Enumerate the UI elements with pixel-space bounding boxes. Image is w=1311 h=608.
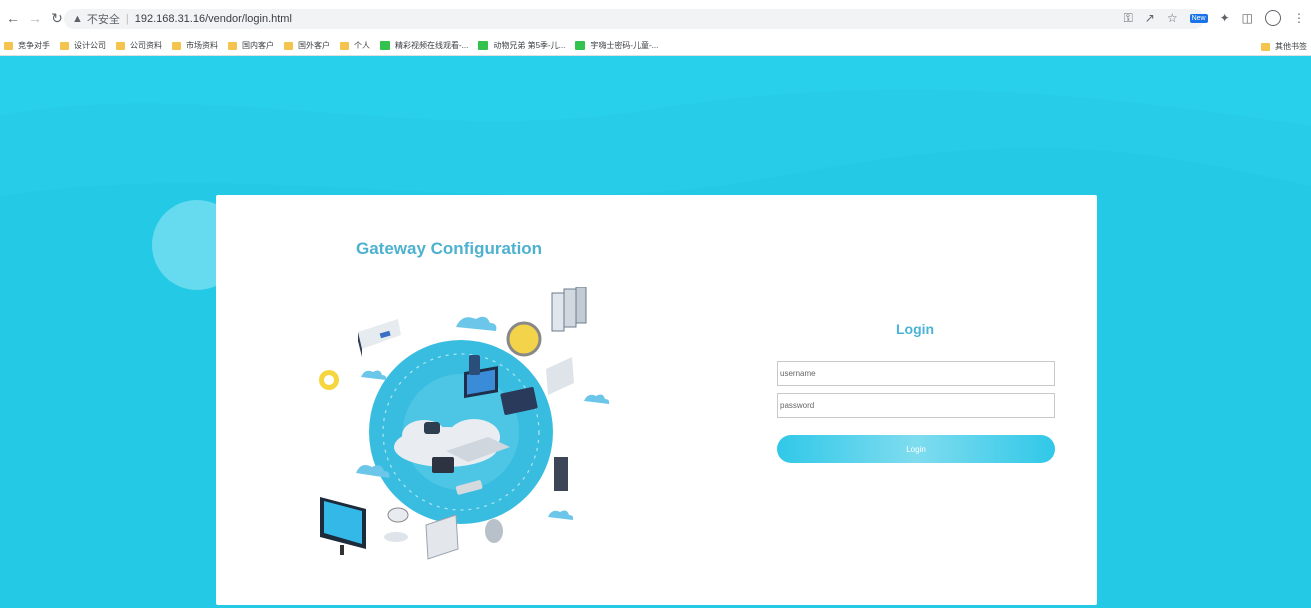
bookmark-label: 竞争对手 (18, 41, 50, 50)
bookmark-item[interactable]: 个人 (340, 40, 370, 51)
small-cloud-icon (584, 394, 610, 404)
tablet-icon (469, 355, 480, 375)
small-cloud-icon (361, 370, 387, 380)
folder-icon (4, 41, 13, 50)
folder-icon (340, 41, 349, 50)
puzzle-icon[interactable]: ✦ (1220, 11, 1230, 25)
login-button[interactable]: Login (777, 435, 1055, 463)
bookmark-item[interactable]: 设计公司 (60, 40, 106, 51)
login-card: Gateway Configuration Login username Log… (216, 195, 1097, 605)
smoke-sensor-icon (485, 519, 503, 543)
router-icon (432, 457, 454, 473)
extension-new-badge[interactable]: New (1189, 13, 1208, 23)
divider: | (125, 13, 129, 25)
meter-icon (506, 321, 542, 357)
air-conditioner-icon (358, 319, 401, 357)
url-text: 192.168.31.16/vendor/login.html (134, 13, 292, 25)
bookmark-label: 精彩视频在线观看-... (395, 41, 469, 50)
other-bookmarks-label: 其他书签 (1275, 42, 1307, 51)
warning-icon: ▲ (72, 13, 83, 25)
small-cloud-icon (456, 316, 497, 331)
avatar[interactable] (1265, 10, 1281, 26)
browser-toolbar: ← → ↻ ▲ 不安全 | 192.168.31.16/vendor/login… (0, 0, 1311, 36)
tv-icon (478, 41, 489, 50)
bookmark-label: 宇嗨士密码-儿童-... (590, 41, 659, 50)
bookmark-label: 国外客户 (298, 41, 330, 50)
bookmark-label: 动物兄弟 第5季-儿... (493, 41, 566, 50)
bookmark-item[interactable]: 市场资料 (172, 40, 218, 51)
menu-icon[interactable]: ⋮ (1293, 11, 1305, 25)
bookmark-item[interactable]: 宇嗨士密码-儿童-... (575, 40, 658, 51)
iot-illustration (319, 287, 610, 560)
address-bar[interactable]: ▲ 不安全 | 192.168.31.16/vendor/login.html (64, 9, 1204, 29)
bookmark-item[interactable]: 公司资料 (116, 40, 162, 51)
share-icon[interactable]: ↗ (1145, 11, 1155, 25)
server-icon (551, 287, 587, 332)
sidepanel-icon[interactable]: ◫ (1242, 11, 1253, 25)
folder-icon (284, 41, 293, 50)
gateway-box-icon (425, 514, 459, 560)
page-title: Gateway Configuration (356, 239, 543, 258)
folder-icon (228, 41, 237, 50)
bookmark-label: 国内客户 (242, 41, 274, 50)
bookmark-item[interactable]: 精彩视频在线观看-... (380, 40, 468, 51)
bookmark-item[interactable]: 动物兄弟 第5季-儿... (478, 40, 565, 51)
folder-icon (172, 41, 181, 50)
forward-icon[interactable]: → (26, 9, 44, 27)
small-cloud-icon (548, 510, 574, 520)
security-label: 不安全 (86, 14, 120, 26)
switch-panel-icon (546, 357, 574, 395)
key-icon[interactable]: ⚿ (1124, 11, 1133, 26)
tv-icon (575, 41, 586, 50)
controller-icon (554, 457, 568, 491)
bookmark-item[interactable]: 国内客户 (228, 40, 274, 51)
speaker-icon (424, 422, 440, 434)
bookmark-label: 个人 (354, 41, 370, 50)
back-icon[interactable]: ← (4, 9, 22, 27)
login-title: Login (896, 321, 935, 337)
camera-icon (384, 507, 409, 542)
tv-icon (380, 41, 390, 50)
folder-icon (116, 41, 125, 50)
bookmark-label: 设计公司 (74, 41, 106, 50)
folder-icon (1261, 42, 1270, 51)
extension-area: ⚿ ↗ ☆ New ✦ ◫ ⋮ (1124, 10, 1305, 26)
other-bookmarks[interactable]: 其他书签 (1261, 41, 1307, 52)
page-background: Gateway Configuration Login username Log… (0, 56, 1311, 608)
monitor-icon (320, 497, 366, 555)
star-icon[interactable]: ☆ (1167, 11, 1178, 25)
bookmarks-bar: 竞争对手 设计公司 公司资料 市场资料 国内客户 国外客户 个人 精彩视频在线观看-... 动物… (0, 36, 1311, 56)
bookmark-label: 公司资料 (130, 41, 162, 50)
password-field[interactable] (777, 393, 1055, 418)
bookmark-item[interactable]: 竞争对手 (4, 40, 50, 51)
bookmark-label: 市场资料 (186, 41, 218, 50)
folder-icon (60, 41, 69, 50)
username-field[interactable] (777, 361, 1055, 386)
bookmark-item[interactable]: 国外客户 (284, 40, 330, 51)
